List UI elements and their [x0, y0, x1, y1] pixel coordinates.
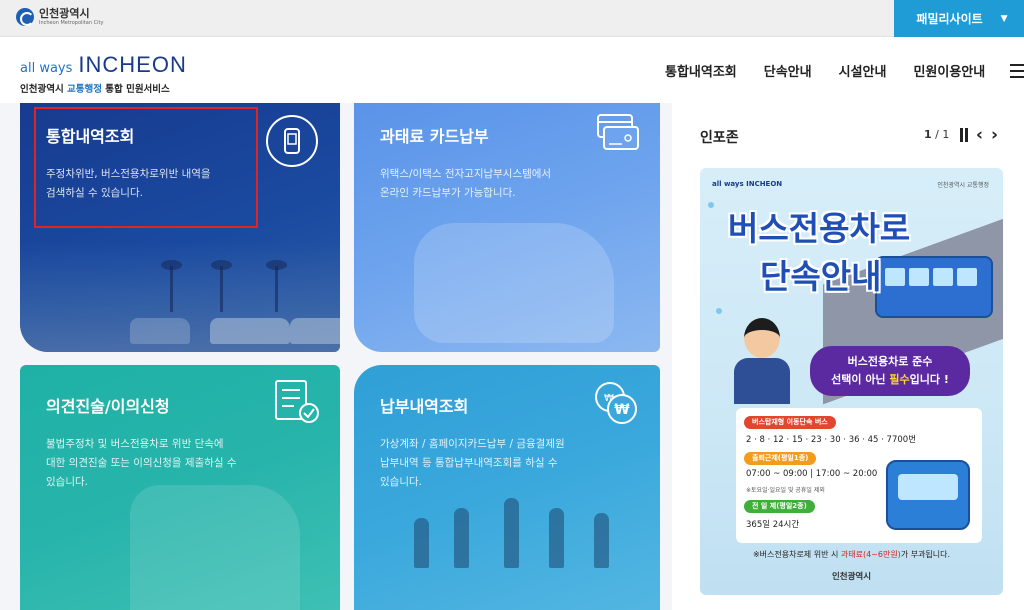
poster-slogan-bubble: 버스전용차로 준수 선택이 아닌 필수입니다 ! [810, 346, 970, 396]
chevron-down-icon: ▼ [1000, 13, 1008, 24]
card-title: 납부내역조회 [380, 397, 469, 416]
highlight-box [34, 107, 258, 228]
card-objection-filing[interactable]: 의견진술/이의신청 불법주정차 및 버스전용차로 위반 단속에 대한 의견진술 … [20, 365, 340, 610]
hamburger-menu-icon[interactable] [1010, 64, 1024, 78]
card-title: 과태료 카드납부 [380, 127, 489, 146]
card-desc-line: 불법주정차 및 버스전용차로 위반 단속에 [46, 438, 224, 450]
city-subtitle: Incheon Metropolitan City [39, 20, 104, 26]
svg-text:₩: ₩ [604, 393, 614, 404]
card-desc-line: 위택스/이택스 전자고지납부시스템에서 [380, 168, 552, 180]
parking-lot-background [20, 242, 340, 352]
city-name: 인천광역시 [39, 7, 90, 20]
poster-logo: all ways INCHEON [712, 180, 783, 188]
slide-pager: 1 / 1 [924, 128, 950, 141]
infozone-title: 인포존 [700, 130, 739, 146]
card-title: 의견진술/이의신청 [46, 397, 170, 416]
chevron-left-icon[interactable]: ‹ [976, 127, 983, 144]
logo-allways: all ways [20, 61, 73, 76]
poster-title-line2: 단속안내 [760, 257, 882, 296]
card-desc-line: 있습니다. [380, 476, 422, 488]
card-desc-line: 있습니다. [46, 476, 88, 488]
card-desc-line: 대한 의견진술 또는 이의신청을 제출하실 수 [46, 457, 237, 469]
bus-routes: 2 · 8 · 12 · 15 · 23 · 30 · 36 · 45 · 77… [746, 435, 917, 445]
main-navigation: 통합내역조회 단속안내 시설안내 민원이용안내 [665, 61, 1012, 80]
family-site-label: 패밀리사이트 [916, 12, 983, 26]
tag-all-day: 전 일 제(평일2종) [744, 500, 815, 513]
logo-subtitle: 인천광역시 교통행정 통합 민원서비스 [20, 84, 170, 95]
card-card-payment[interactable]: 과태료 카드납부 위택스/이택스 전자고지납부시스템에서 온라인 카드납부가 가… [354, 103, 660, 352]
tag-mobile-enforcement: 버스탑재형 이동단속 버스 [744, 416, 836, 429]
nav-integrated-lookup[interactable]: 통합내역조회 [665, 61, 737, 80]
checklist-icon [272, 377, 324, 431]
logo-incheon: INCHEON [78, 52, 187, 77]
chevron-right-icon[interactable]: › [991, 127, 998, 144]
bus-mascot-illustration [886, 460, 970, 530]
bus-illustration [875, 256, 993, 318]
smartphone-icon [266, 115, 318, 167]
poster-footer-logo: 인천광역시 [831, 572, 872, 582]
all-day-times: 365일 24시간 [746, 520, 800, 530]
card-desc-line: 납부내역 등 통합납부내역조회를 하실 수 [380, 457, 558, 469]
poster-title-line1: 버스전용차로 [728, 209, 911, 248]
poster-logo-right: 인천광역시 교통행정 [937, 182, 989, 189]
nav-enforcement-guide[interactable]: 단속안내 [764, 61, 812, 80]
utility-bar: 인천광역시 Incheon Metropolitan City 패밀리사이트 ▼ [0, 0, 1024, 37]
tag-rush-hour: 출퇴근제(평일1종) [744, 452, 817, 465]
credit-card-icon [594, 111, 642, 159]
incheon-emblem-icon [16, 8, 34, 26]
won-coin-icon: ₩ ₩ [590, 379, 642, 433]
rush-hour-note: ※토요일·일요일 및 공휴일 제외 [746, 487, 825, 494]
site-logo[interactable]: all ways INCHEON 인천광역시 교통행정 통합 민원서비스 [20, 52, 187, 95]
pause-icon[interactable] [959, 128, 969, 142]
incheon-city-logo[interactable]: 인천광역시 Incheon Metropolitan City [16, 8, 103, 26]
site-header: all ways INCHEON 인천광역시 교통행정 통합 민원서비스 통합내… [0, 37, 1024, 103]
poster-penalty-note: ※버스전용차로제 위반 시 과태료(4~6만원)가 부과됩니다. [752, 550, 951, 559]
tablet-user-background [130, 485, 300, 610]
svg-text:₩: ₩ [614, 402, 630, 418]
family-site-dropdown[interactable]: 패밀리사이트 ▼ [894, 0, 1024, 37]
card-payment-history[interactable]: 납부내역조회 가상계좌 / 홈페이지카드납부 / 금융결제원 납부내역 등 통합… [354, 365, 660, 610]
hands-keyboard-background [414, 223, 614, 343]
officer-illustration [730, 318, 794, 404]
card-desc-line: 가상계좌 / 홈페이지카드납부 / 금융결제원 [380, 438, 565, 450]
rush-hour-times: 07:00 ~ 09:00 | 17:00 ~ 20:00 [746, 469, 878, 479]
nav-facility-guide[interactable]: 시설안내 [839, 61, 887, 80]
nav-civil-service-guide[interactable]: 민원이용안내 [913, 61, 985, 80]
bus-lane-poster-slide[interactable]: all ways INCHEON 인천광역시 교통행정 버스전용차로 단속안내 … [700, 168, 1003, 595]
card-desc-line: 온라인 카드납부가 가능합니다. [380, 187, 516, 199]
infozone-panel: 인포존 1 / 1 ‹ › all ways INCHEON 인천광역시 교통행… [672, 103, 1024, 610]
